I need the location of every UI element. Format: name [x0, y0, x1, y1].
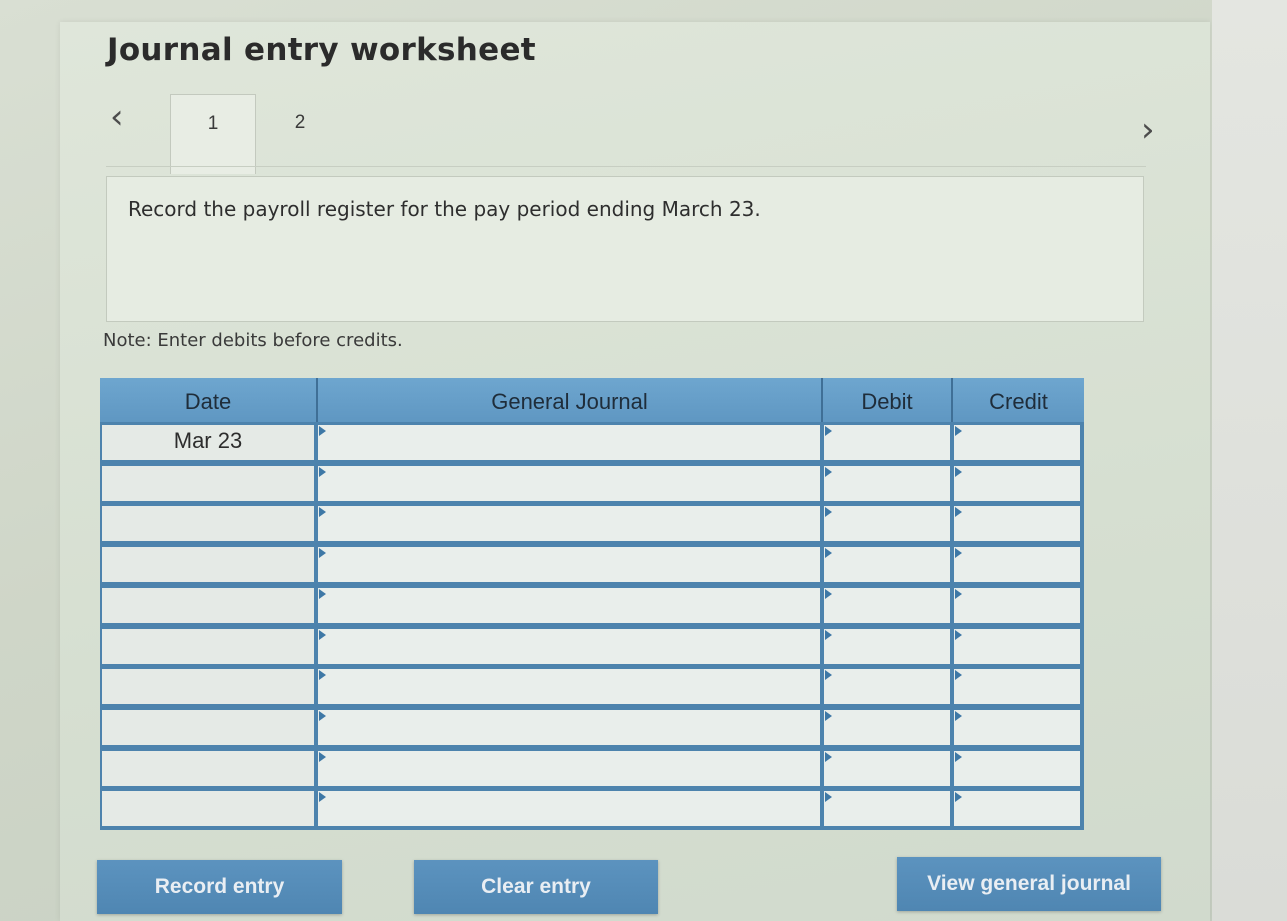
page-title: Journal entry worksheet: [107, 32, 536, 68]
date-cell: Mar 23: [102, 425, 314, 460]
cell-indicator-icon: [955, 710, 962, 721]
date-cell: [102, 465, 314, 501]
account-cell[interactable]: [318, 465, 820, 501]
cell-indicator-icon: [955, 548, 962, 559]
cell-indicator-icon: [955, 588, 962, 599]
cell-indicator-icon: [955, 670, 962, 681]
cell-indicator-icon: [825, 670, 832, 681]
debit-cell[interactable]: [824, 709, 950, 745]
cell-indicator-icon: [825, 710, 832, 721]
account-cell[interactable]: [318, 547, 820, 583]
account-cell[interactable]: [318, 587, 820, 623]
account-cell[interactable]: [318, 709, 820, 745]
cell-indicator-icon: [955, 426, 962, 436]
credit-cell[interactable]: [954, 425, 1080, 460]
credit-cell[interactable]: [954, 709, 1080, 745]
page-edge: [1212, 0, 1287, 921]
date-cell: [102, 750, 314, 786]
cell-indicator-icon: [825, 588, 832, 599]
chevron-left-icon[interactable]: ‹: [110, 100, 124, 134]
credit-cell[interactable]: [954, 587, 1080, 623]
account-cell[interactable]: [318, 506, 820, 542]
account-cell[interactable]: [318, 669, 820, 705]
instruction-text: Record the payroll register for the pay …: [128, 197, 761, 221]
cell-indicator-icon: [825, 751, 832, 762]
debit-cell[interactable]: [824, 628, 950, 664]
cell-indicator-icon: [319, 507, 326, 518]
account-cell[interactable]: [318, 791, 820, 827]
table-row: [100, 463, 1084, 503]
debit-cell[interactable]: [824, 547, 950, 583]
debit-cell[interactable]: [824, 791, 950, 827]
table-row: [100, 503, 1084, 543]
cell-indicator-icon: [319, 670, 326, 681]
cell-indicator-icon: [955, 792, 962, 803]
credit-cell[interactable]: [954, 750, 1080, 786]
credit-cell[interactable]: [954, 506, 1080, 542]
cell-indicator-icon: [319, 751, 326, 762]
table-row: Mar 23: [100, 422, 1084, 462]
account-cell[interactable]: [318, 628, 820, 664]
debit-cell[interactable]: [824, 465, 950, 501]
cell-indicator-icon: [825, 466, 832, 477]
account-cell[interactable]: [318, 425, 820, 460]
column-header-credit: Credit: [989, 389, 1048, 414]
column-header-debit: Debit: [823, 378, 953, 422]
debit-cell[interactable]: [824, 587, 950, 623]
table-row: [100, 626, 1084, 666]
cell-indicator-icon: [319, 466, 326, 477]
journal-table: Date General Journal Debit Credit Mar 23: [100, 378, 1084, 830]
table-row: [100, 707, 1084, 747]
table-row: [100, 544, 1084, 584]
record-entry-button[interactable]: Record entry: [97, 860, 342, 914]
credit-cell[interactable]: [954, 791, 1080, 827]
cell-indicator-icon: [955, 629, 962, 640]
tab-1[interactable]: 1: [170, 94, 256, 174]
cell-indicator-icon: [825, 629, 832, 640]
cell-indicator-icon: [319, 588, 326, 599]
cell-indicator-icon: [319, 426, 326, 436]
cell-indicator-icon: [319, 710, 326, 721]
view-general-journal-button[interactable]: View general journal: [897, 857, 1161, 911]
chevron-right-icon[interactable]: ›: [1141, 113, 1155, 147]
date-cell: [102, 669, 314, 705]
debit-cell[interactable]: [824, 669, 950, 705]
clear-entry-button[interactable]: Clear entry: [414, 860, 658, 914]
table-row: [100, 585, 1084, 625]
cell-indicator-icon: [319, 629, 326, 640]
cell-indicator-icon: [955, 507, 962, 518]
table-row: [100, 666, 1084, 706]
debit-cell[interactable]: [824, 506, 950, 542]
tab-2[interactable]: 2: [280, 112, 320, 134]
cell-indicator-icon: [825, 548, 832, 559]
cell-indicator-icon: [955, 751, 962, 762]
credit-cell[interactable]: [954, 465, 1080, 501]
cell-indicator-icon: [955, 466, 962, 477]
date-cell: [102, 791, 314, 827]
date-cell: [102, 587, 314, 623]
date-cell: [102, 547, 314, 583]
journal-header-row: Date General Journal Debit Credit: [100, 378, 1084, 422]
credit-cell[interactable]: [954, 547, 1080, 583]
account-cell[interactable]: [318, 750, 820, 786]
credit-cell[interactable]: [954, 628, 1080, 664]
table-row: [100, 788, 1084, 828]
note-text: Note: Enter debits before credits.: [103, 330, 403, 351]
debit-cell[interactable]: [824, 425, 950, 460]
cell-indicator-icon: [825, 792, 832, 803]
date-cell: [102, 709, 314, 745]
date-cell: [102, 628, 314, 664]
cell-indicator-icon: [825, 507, 832, 518]
column-header-date: Date: [100, 378, 318, 422]
table-row: [100, 748, 1084, 788]
credit-cell[interactable]: [954, 669, 1080, 705]
cell-indicator-icon: [319, 548, 326, 559]
tab-divider: [106, 166, 1146, 167]
cell-indicator-icon: [319, 792, 326, 803]
cell-indicator-icon: [825, 426, 832, 436]
date-cell: [102, 506, 314, 542]
debit-cell[interactable]: [824, 750, 950, 786]
column-header-general-journal: General Journal: [318, 378, 823, 422]
